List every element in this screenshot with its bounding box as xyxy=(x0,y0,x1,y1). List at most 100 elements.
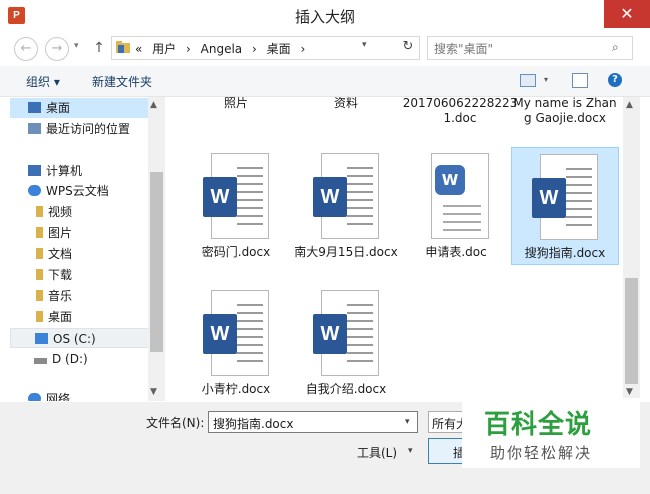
nav-item-computer[interactable]: 计算机 xyxy=(28,161,82,181)
nav-scroll-down-icon[interactable]: ▼ xyxy=(150,387,157,397)
network-icon xyxy=(28,393,41,401)
watermark-title: 百科全说 xyxy=(484,410,593,440)
tools-dropdown-icon[interactable]: ▾ xyxy=(408,446,413,456)
view-options-icon[interactable] xyxy=(520,74,536,87)
address-dropdown-icon[interactable]: ▾ xyxy=(362,40,367,50)
file-scroll-down-icon[interactable]: ▼ xyxy=(626,387,633,397)
folder-item-photos[interactable]: 照片 xyxy=(182,97,290,111)
file-item-nanda-sept15[interactable]: W 南大9月15日.docx xyxy=(292,153,400,260)
nav-item-label: 图片 xyxy=(48,226,73,240)
file-scroll-up-icon[interactable]: ▲ xyxy=(626,100,633,110)
nav-item-downloads[interactable]: 下载 xyxy=(36,265,72,285)
breadcrumb-item-users[interactable]: 用户 xyxy=(152,42,176,56)
file-name: My name is Zhang Gaojie.docx xyxy=(513,97,617,125)
breadcrumb-separator[interactable]: › xyxy=(186,42,191,56)
word-document-icon: W xyxy=(532,154,598,240)
watermark: 百科全说 助你轻松解决 xyxy=(462,398,640,468)
file-name: 搜狗指南.docx xyxy=(524,246,606,260)
wps-document-icon: W xyxy=(423,153,489,239)
nav-item-pictures[interactable]: 图片 xyxy=(36,223,72,243)
nav-scroll-up-icon[interactable]: ▲ xyxy=(150,100,157,110)
breadcrumb-separator[interactable]: › xyxy=(252,42,257,56)
nav-item-os-c[interactable]: OS (C:) xyxy=(10,328,150,348)
file-item-my-name[interactable]: My name is Zhang Gaojie.docx xyxy=(512,97,618,126)
search-icon[interactable]: ⌕ xyxy=(612,40,619,55)
window-title: 插入大纲 xyxy=(294,8,355,26)
breadcrumb-item-angela[interactable]: Angela xyxy=(201,42,243,56)
nav-item-documents[interactable]: 文档 xyxy=(36,244,72,264)
nav-item-network[interactable]: 网络 xyxy=(28,389,70,401)
filetype-select[interactable]: 所有大纲 xyxy=(428,411,466,433)
cloud-icon xyxy=(28,185,41,196)
breadcrumb-prefix[interactable]: « xyxy=(135,42,142,56)
nav-item-music[interactable]: 音乐 xyxy=(36,286,72,306)
nav-item-desktop-folder[interactable]: 桌面 xyxy=(36,307,72,327)
up-folder-button[interactable]: ↑ xyxy=(91,37,107,59)
forward-button[interactable]: → xyxy=(45,37,69,61)
filename-input[interactable]: 搜狗指南.docx ▾ xyxy=(208,411,418,433)
folder-icon xyxy=(36,311,43,322)
folder-icon xyxy=(116,41,130,53)
file-item-sogou-guide[interactable]: W 搜狗指南.docx xyxy=(511,147,619,265)
close-button[interactable]: ✕ xyxy=(604,0,650,28)
file-name: 资料 xyxy=(333,97,358,110)
file-list: 照片 资料 2017060622282231.doc My name is Zh… xyxy=(166,97,623,401)
nav-item-label: 下载 xyxy=(48,268,73,282)
file-item-application-form[interactable]: W 申请表.doc xyxy=(402,153,510,260)
breadcrumb-separator[interactable]: › xyxy=(300,42,305,56)
file-item-little-lime[interactable]: W 小青柠.docx xyxy=(182,290,290,397)
nav-item-label: 网络 xyxy=(46,392,71,401)
folder-icon xyxy=(36,290,43,301)
new-folder-button[interactable]: 新建文件夹 xyxy=(92,73,152,90)
nav-item-recent[interactable]: 最近访问的位置 xyxy=(28,119,130,139)
filename-value: 搜狗指南.docx xyxy=(213,417,294,431)
nav-item-label: 桌面 xyxy=(48,310,73,324)
nav-item-label: D (D:) xyxy=(52,352,88,366)
watermark-subtitle: 助你轻松解决 xyxy=(490,444,593,462)
view-dropdown-icon[interactable]: ▾ xyxy=(544,75,548,84)
file-scrollbar-thumb[interactable] xyxy=(625,278,638,384)
nav-item-desktop[interactable]: 桌面 xyxy=(10,98,150,118)
file-item-2017-doc[interactable]: 2017060622282231.doc xyxy=(402,97,518,126)
nav-item-d-drive[interactable]: D (D:) xyxy=(34,349,88,369)
nav-item-label: 计算机 xyxy=(46,164,83,178)
file-name: 密码门.docx xyxy=(201,245,271,259)
file-name: 南大9月15日.docx xyxy=(294,245,398,259)
history-dropdown-icon[interactable]: ▾ xyxy=(74,41,79,51)
title-bar: P 插入大纲 ✕ xyxy=(0,0,650,32)
file-item-self-intro[interactable]: W 自我介绍.docx xyxy=(292,290,400,397)
address-bar[interactable]: « 用户 › Angela › 桌面 › xyxy=(111,36,420,60)
nav-item-label: 最近访问的位置 xyxy=(46,122,131,136)
nav-scrollbar-thumb[interactable] xyxy=(150,172,163,352)
nav-item-wps-cloud[interactable]: WPS云文档 xyxy=(28,181,109,201)
organize-button[interactable]: 组织 ▾ xyxy=(26,73,60,90)
file-name: 2017060622282231.doc xyxy=(402,97,518,125)
nav-item-label: 音乐 xyxy=(48,289,73,303)
nav-item-label: OS (C:) xyxy=(53,332,96,346)
nav-item-label: 视频 xyxy=(48,205,73,219)
computer-icon xyxy=(28,165,41,176)
refresh-button[interactable]: ↻ xyxy=(398,36,418,58)
desktop-icon xyxy=(28,102,41,113)
folder-icon xyxy=(36,248,43,259)
folder-item-materials[interactable]: 资料 xyxy=(292,97,400,111)
recent-places-icon xyxy=(28,123,41,134)
file-name: 自我介绍.docx xyxy=(305,382,387,396)
word-document-icon: W xyxy=(203,153,269,239)
word-document-icon: W xyxy=(313,290,379,376)
filename-label: 文件名(N): xyxy=(146,416,205,430)
nav-item-videos[interactable]: 视频 xyxy=(36,202,72,222)
drive-icon xyxy=(35,333,48,344)
preview-pane-icon[interactable] xyxy=(572,73,588,88)
file-item-password-door[interactable]: W 密码门.docx xyxy=(182,153,290,260)
word-document-icon: W xyxy=(313,153,379,239)
filename-dropdown-icon[interactable]: ▾ xyxy=(405,417,410,427)
breadcrumb: « 用户 › Angela › 桌面 › xyxy=(135,40,311,57)
search-input[interactable]: 搜索"桌面" ⌕ xyxy=(427,36,633,60)
nav-item-label: 桌面 xyxy=(46,101,71,115)
nav-item-label: 文档 xyxy=(48,247,73,261)
back-button[interactable]: ← xyxy=(14,37,38,61)
tools-button[interactable]: 工具(L) xyxy=(357,444,397,461)
breadcrumb-item-desktop[interactable]: 桌面 xyxy=(267,42,291,56)
help-icon[interactable]: ? xyxy=(608,73,622,87)
